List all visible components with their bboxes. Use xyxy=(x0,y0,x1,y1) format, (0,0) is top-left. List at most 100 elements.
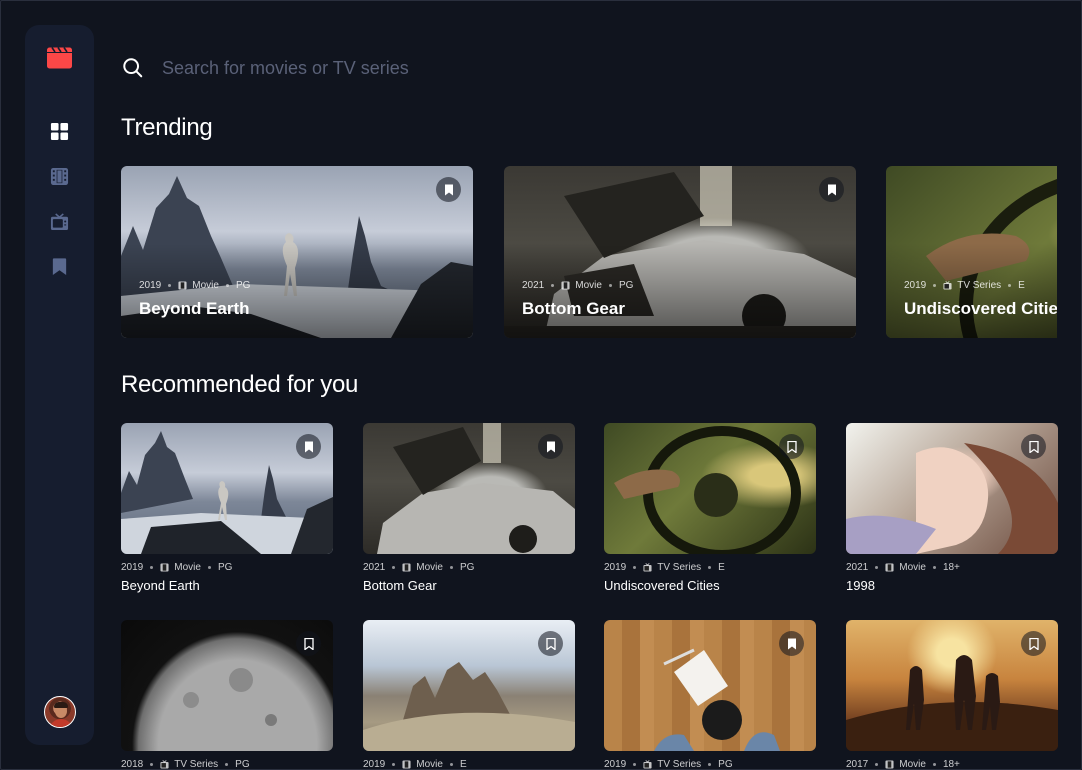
card-thumbnail[interactable] xyxy=(846,620,1058,751)
bookmark-empty-icon xyxy=(545,637,556,650)
rating: PG xyxy=(235,280,251,291)
trending-card[interactable]: 2019 TV Series E Undiscovered Cities xyxy=(886,166,1057,338)
year: 2021 xyxy=(846,562,869,573)
bookmark-button[interactable] xyxy=(538,631,563,656)
media-card[interactable]: 2019 TV Series E Undiscovered Cities xyxy=(604,423,816,593)
search-input[interactable] xyxy=(162,57,862,79)
card-meta: 2019 Movie E xyxy=(363,759,575,770)
category: Movie xyxy=(416,562,443,573)
search-icon xyxy=(123,58,143,78)
bookmark-button[interactable] xyxy=(436,177,461,202)
year: 2019 xyxy=(604,562,627,573)
film-icon xyxy=(885,760,894,769)
tv-icon xyxy=(160,760,169,769)
bookmark-empty-icon xyxy=(303,637,314,650)
bookmark-button[interactable] xyxy=(296,631,321,656)
card-thumbnail[interactable] xyxy=(121,423,333,554)
film-icon[interactable] xyxy=(50,167,69,186)
sidebar xyxy=(25,25,94,745)
category: Movie xyxy=(174,562,201,573)
media-card[interactable]: 2021 Movie PG Bottom Gear xyxy=(363,423,575,593)
card-meta: 2019 TV Series PG xyxy=(604,759,816,770)
card-thumbnail[interactable] xyxy=(363,620,575,751)
bookmark-empty-icon xyxy=(1028,637,1039,650)
film-clapper-icon[interactable] xyxy=(47,47,72,69)
card-meta: 2018 TV Series PG xyxy=(121,759,333,770)
card-meta: 2017 Movie 18+ xyxy=(846,759,1058,770)
category: TV Series xyxy=(657,562,702,573)
year: 2021 xyxy=(522,280,545,291)
card-thumbnail[interactable] xyxy=(604,423,816,554)
rating: E xyxy=(718,562,725,573)
category: Movie xyxy=(192,280,219,291)
year: 2019 xyxy=(904,280,927,291)
rating: E xyxy=(1018,280,1025,291)
card-title: Undiscovered Cities xyxy=(904,299,1057,318)
avatar[interactable] xyxy=(44,696,76,728)
year: 2019 xyxy=(363,759,386,770)
card-meta: 2019 TV Series E xyxy=(904,280,1025,291)
year: 2018 xyxy=(121,759,144,770)
bookmark-icon[interactable] xyxy=(50,257,69,276)
rating: PG xyxy=(618,280,634,291)
year: 2019 xyxy=(139,280,162,291)
bookmark-full-icon xyxy=(827,184,836,195)
bookmark-full-icon xyxy=(304,441,313,452)
trending-card[interactable]: 2019 Movie PG Beyond Earth xyxy=(121,166,473,338)
rating: E xyxy=(459,759,467,770)
bookmark-empty-icon xyxy=(1028,440,1039,453)
bookmark-button[interactable] xyxy=(779,631,804,656)
category: Movie xyxy=(899,759,926,770)
trending-card[interactable]: 2021 Movie PG Bottom Gear xyxy=(504,166,856,338)
rating: PG xyxy=(235,759,250,770)
media-card[interactable]: 2021 Movie 18+ 1998 xyxy=(846,423,1058,593)
category: TV Series xyxy=(657,759,702,770)
bookmark-full-icon xyxy=(444,184,453,195)
film-icon xyxy=(885,563,894,572)
bookmark-button[interactable] xyxy=(1021,631,1046,656)
card-thumbnail[interactable] xyxy=(846,423,1058,554)
card-meta: 2021 Movie PG xyxy=(522,280,633,291)
film-icon xyxy=(160,563,169,572)
rating: 18+ xyxy=(942,562,960,573)
tv-icon xyxy=(943,281,952,290)
bookmark-full-icon xyxy=(787,638,796,649)
rating: PG xyxy=(459,562,475,573)
media-card[interactable]: 2019 TV Series PG xyxy=(604,620,816,770)
card-title: Bottom Gear xyxy=(363,578,437,593)
media-card[interactable]: 2017 Movie 18+ xyxy=(846,620,1058,770)
card-title: Bottom Gear xyxy=(522,299,625,318)
bookmark-button[interactable] xyxy=(1021,434,1046,459)
bookmark-button[interactable] xyxy=(296,434,321,459)
card-thumbnail[interactable] xyxy=(363,423,575,554)
category: TV Series xyxy=(957,280,1002,291)
category: Movie xyxy=(575,280,602,291)
card-meta: 2019 Movie PG xyxy=(121,562,333,573)
film-icon xyxy=(402,760,411,769)
tv-icon xyxy=(643,563,652,572)
category: Movie xyxy=(416,759,443,770)
tv-icon[interactable] xyxy=(50,212,69,231)
card-thumbnail[interactable] xyxy=(604,620,816,751)
film-icon xyxy=(561,281,570,290)
media-card[interactable]: 2019 Movie E xyxy=(363,620,575,770)
card-meta: 2019 Movie PG xyxy=(139,280,250,291)
film-icon xyxy=(402,563,411,572)
bookmark-button[interactable] xyxy=(779,434,804,459)
year: 2021 xyxy=(363,562,386,573)
card-title: Undiscovered Cities xyxy=(604,578,720,593)
trending-carousel[interactable]: 2019 Movie PG Beyond Earth 2021 Movie PG… xyxy=(121,166,1057,338)
grid-icon[interactable] xyxy=(50,122,69,141)
bookmark-button[interactable] xyxy=(819,177,844,202)
bookmark-empty-icon xyxy=(786,440,797,453)
category: Movie xyxy=(899,562,926,573)
bookmark-button[interactable] xyxy=(538,434,563,459)
media-card[interactable]: 2018 TV Series PG xyxy=(121,620,333,770)
search-bar xyxy=(122,55,1022,81)
card-title: Beyond Earth xyxy=(121,578,200,593)
card-meta: 2021 Movie 18+ xyxy=(846,562,1058,573)
film-icon xyxy=(178,281,187,290)
card-meta: 2021 Movie PG xyxy=(363,562,575,573)
media-card[interactable]: 2019 Movie PG Beyond Earth xyxy=(121,423,333,593)
card-thumbnail[interactable] xyxy=(121,620,333,751)
